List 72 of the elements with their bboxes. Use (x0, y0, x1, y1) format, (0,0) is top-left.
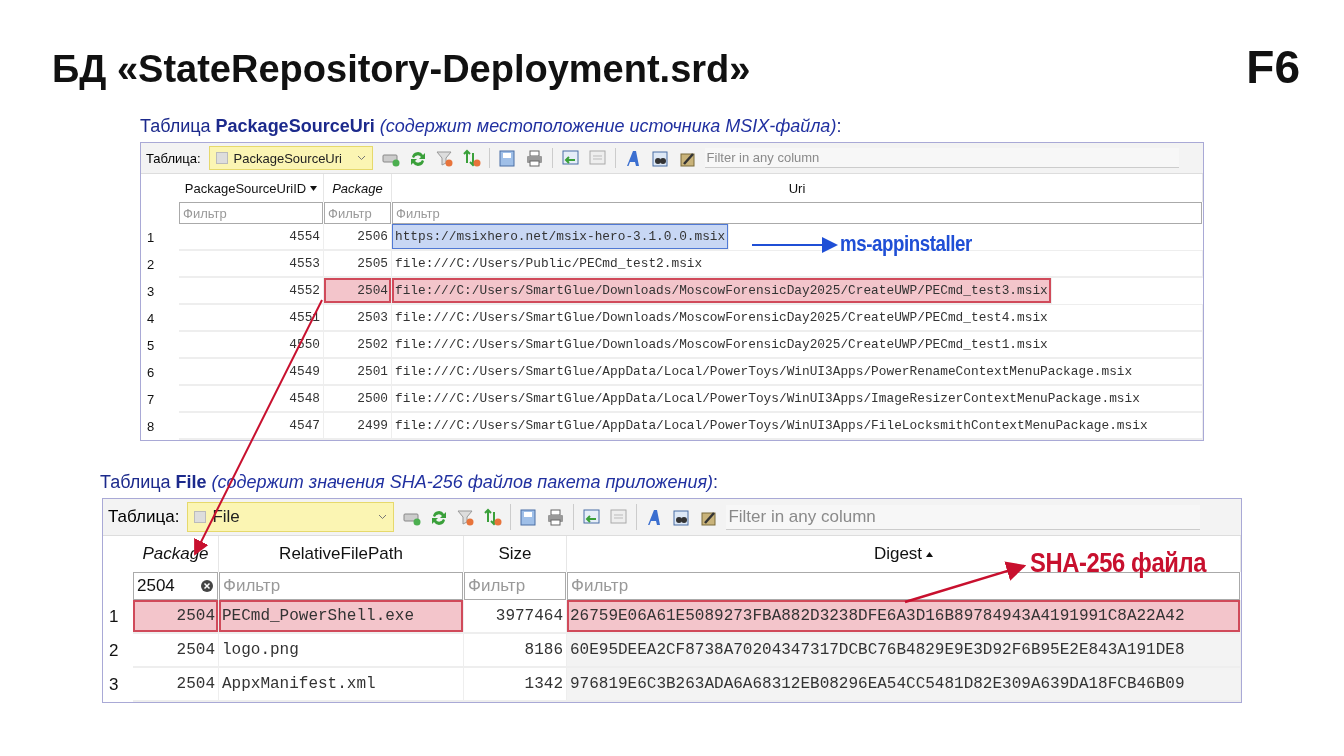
table-dropdown[interactable]: File (187, 502, 395, 532)
row-number: 4 (146, 310, 156, 328)
slide-title: БД «StateRepository-Deployment.srd» (52, 48, 751, 91)
table-cell: file:///C:/Users/SmartGlue/Downloads/MoscowForensicDay2025/CreateUWP/PECmd_test4.msix (392, 305, 1203, 331)
table-cell: file:///C:/Users/SmartGlue/Downloads/MoscowForensicDay2025/CreateUWP/PECmd_test1.msix (392, 332, 1203, 358)
table-cell: AppxManifest.xml (219, 668, 464, 701)
print-icon[interactable] (524, 148, 544, 168)
table-cell: 2504 (133, 600, 219, 633)
filter-icon[interactable] (434, 148, 454, 168)
print-icon[interactable] (546, 507, 566, 527)
table-caption: Таблица PackageSourceUri (содержит местоположение источника MSIX-файла): (140, 116, 843, 137)
search-field[interactable]: Filter in any column (704, 148, 1179, 168)
table-cell: file:///C:/Users/SmartGlue/AppData/Local/PowerToys/WinUI3Apps/ImageResizerContextMenuPackage.msix (392, 386, 1203, 412)
table-cell: 2500 (324, 386, 392, 412)
table-cell: file:///C:/Users/SmartGlue/AppData/Local/PowerToys/WinUI3Apps/PowerRenameContextMenuPackage.msix (392, 359, 1203, 385)
table-cell: 2505 (324, 251, 392, 277)
column-header[interactable]: PackageSourceUriID (184, 180, 307, 196)
table-cell: 4547 (179, 413, 324, 439)
import-icon[interactable] (582, 507, 602, 527)
row-number: 1 (146, 229, 156, 247)
table-dropdown[interactable]: PackageSourceUri (208, 146, 373, 170)
search-field[interactable]: Filter in any column (726, 504, 1201, 530)
row-number: 5 (146, 337, 156, 355)
table-cell: 2504 (133, 634, 219, 667)
table-cell: 4548 (179, 386, 324, 412)
chevron-icon (356, 155, 366, 161)
row-number: 3 (146, 283, 156, 301)
chevron-icon (378, 514, 388, 520)
table-cell: 2502 (324, 332, 392, 358)
sort-icon[interactable] (483, 507, 503, 527)
column-header[interactable]: Digest (873, 544, 923, 564)
table-cell: 2504 (324, 278, 392, 304)
filter-input[interactable]: 2504 (137, 576, 200, 596)
clear-icon[interactable] (200, 579, 214, 593)
sort-icon[interactable] (461, 148, 481, 168)
table-cell: 976819E6C3B263ADA6A68312EB08296EA54CC5481D82E309A639DA18FCB46B09 (567, 668, 1241, 701)
table-cell: 4549 (179, 359, 324, 385)
table-cell: PECmd_PowerShell.exe (219, 600, 464, 633)
table-cell: 2499 (324, 413, 392, 439)
table-cell: 2501 (324, 359, 392, 385)
filter-field[interactable]: 2504 (133, 572, 218, 600)
table-label: Таблица: (146, 150, 201, 166)
binoculars-icon[interactable] (650, 148, 670, 168)
table-cell: https://msixhero.net/msix-hero-3.1.0.0.msix (392, 224, 730, 250)
table-cell: 4554 (179, 224, 324, 250)
binoculars-icon[interactable] (672, 507, 692, 527)
table-cell: 26759E06A61E5089273FBA882D3238DFE6A3D16B89784943A4191991C8A22A42 (567, 600, 1241, 633)
table-cell: 2504 (133, 668, 219, 701)
import-icon[interactable] (560, 148, 580, 168)
row-number: 3 (108, 674, 120, 696)
column-header[interactable]: RelativeFilePath (279, 544, 403, 564)
row-number: 1 (108, 606, 120, 628)
column-header[interactable]: Uri (788, 180, 806, 196)
table-cell: 60E95DEEA2CF8738A70204347317DCBC76B4829E9E3D92F6B95E2E843A191DE8 (567, 634, 1241, 667)
filter-icon[interactable] (456, 507, 476, 527)
column-header[interactable]: Package (142, 544, 209, 564)
save-icon[interactable] (519, 507, 539, 527)
row-number: 2 (146, 256, 156, 274)
column-header[interactable]: Size (498, 544, 532, 564)
row-number: 2 (108, 640, 120, 662)
table-cell: logo.png (219, 634, 464, 667)
column-header[interactable]: Package (332, 180, 383, 196)
row-number: 6 (146, 364, 156, 382)
table-label: Таблица: (108, 507, 180, 527)
table-cell: file:///C:/Users/SmartGlue/Downloads/MoscowForensicDay2025/CreateUWP/PECmd_test3.msix (392, 278, 1052, 304)
table-cell: 4553 (179, 251, 324, 277)
slide-label: F6 (1246, 40, 1300, 94)
table-cell: file:///C:/Users/SmartGlue/AppData/Local/PowerToys/WinUI3Apps/FileLocksmithContextMenuPackage.msix (392, 413, 1203, 439)
save-icon[interactable] (497, 148, 517, 168)
row-number: 7 (146, 391, 156, 409)
row-number: 8 (146, 418, 156, 436)
table-cell: 2503 (324, 305, 392, 331)
